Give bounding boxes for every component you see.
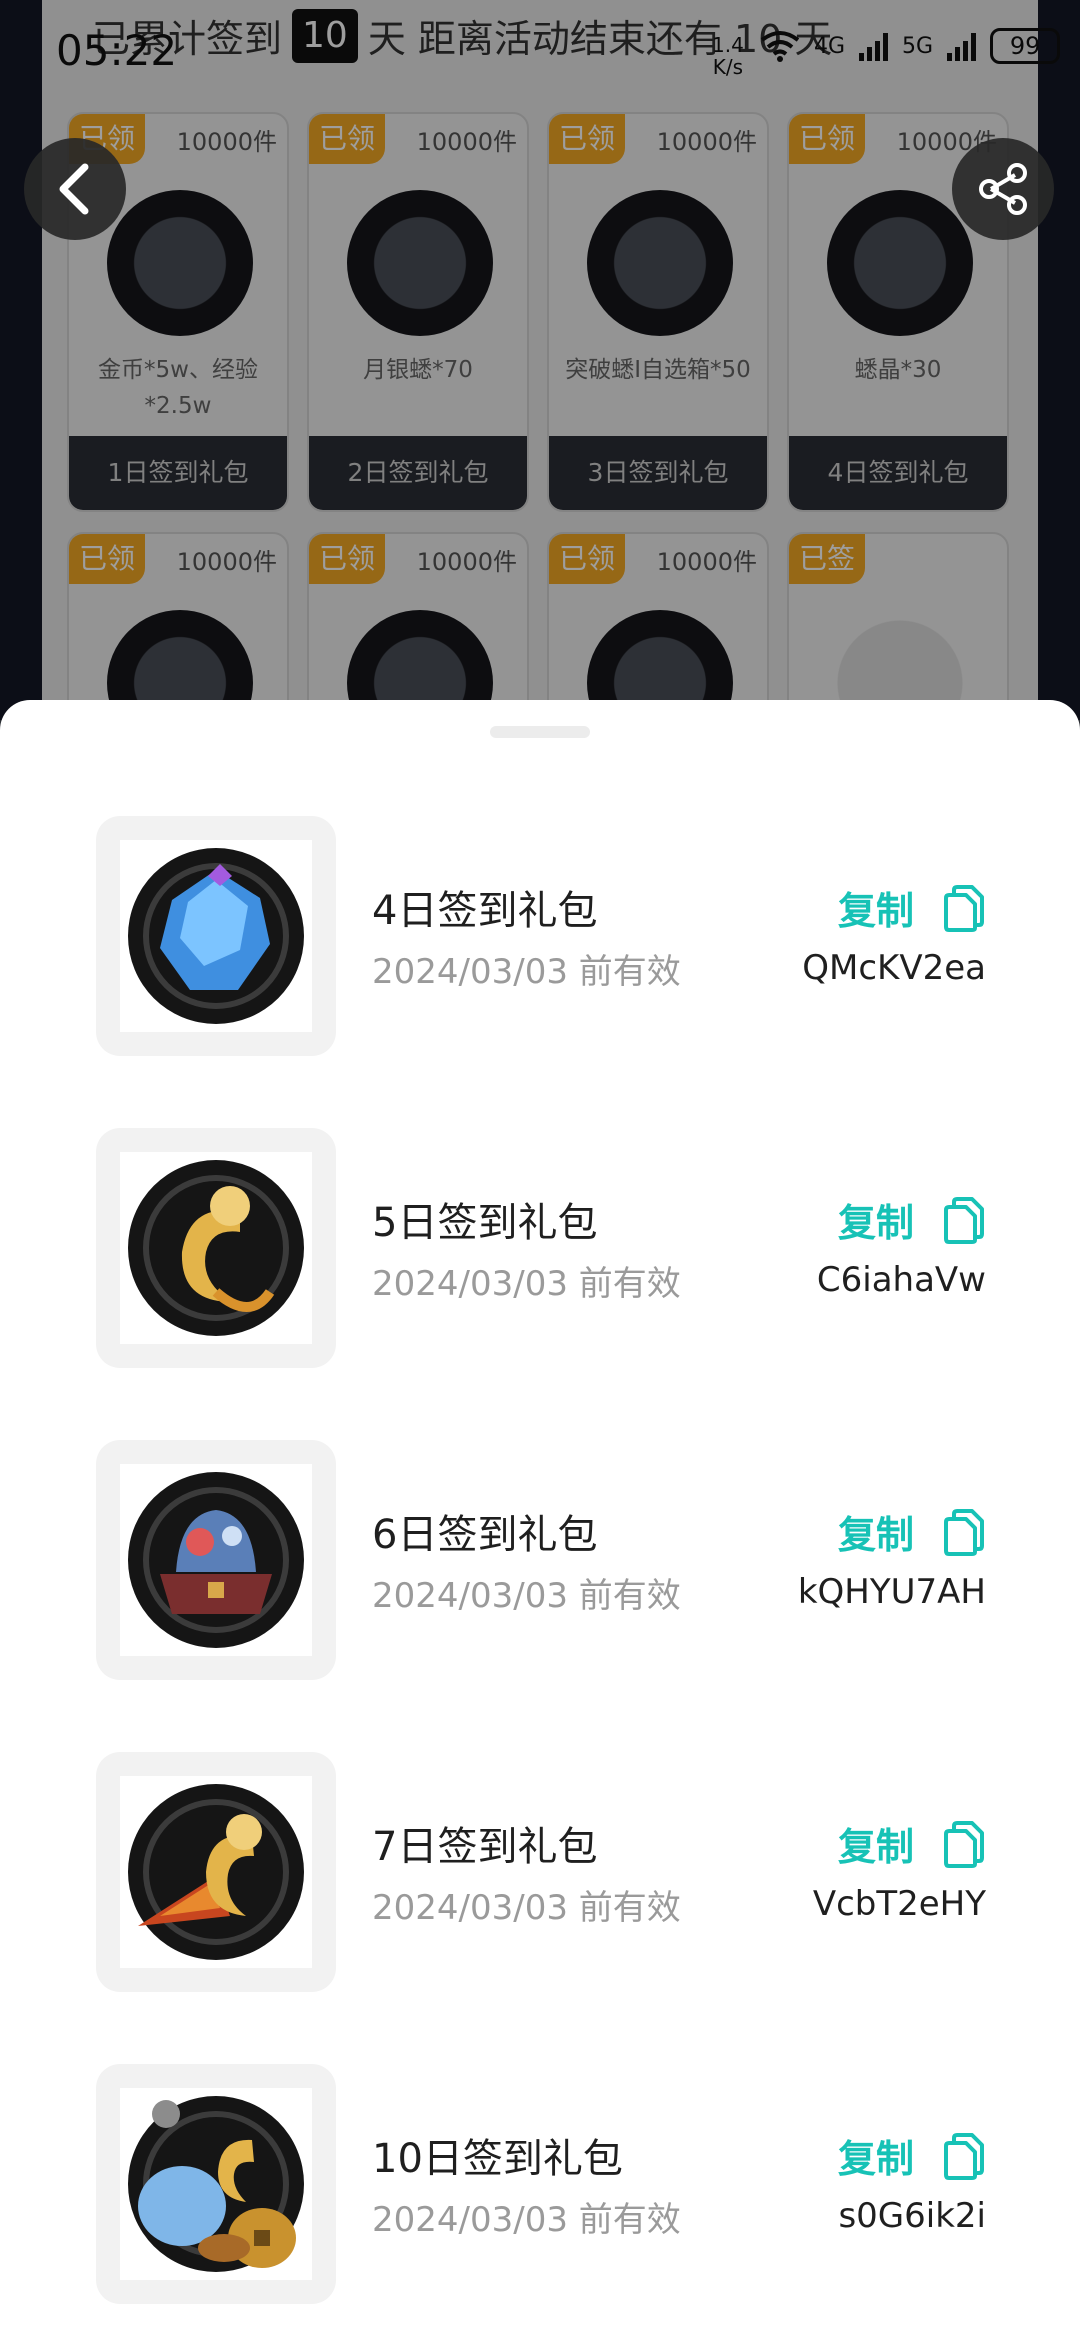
chevron-left-icon bbox=[59, 163, 89, 215]
gift-title: 6日签到礼包 bbox=[372, 1512, 598, 1558]
copy-button[interactable]: 复制 bbox=[838, 1192, 986, 1247]
gift-expiry: 2024/03/03 前有效 bbox=[372, 1888, 681, 1928]
gift-thumbnail bbox=[96, 2064, 336, 2304]
gift-code-sheet: 4日签到礼包 2024/03/03 前有效 复制 QMcKV2ea 5日签到礼包… bbox=[0, 700, 1080, 2340]
gift-title: 10日签到礼包 bbox=[372, 2136, 623, 2182]
share-icon bbox=[979, 163, 1027, 215]
gift-item-day4: 4日签到礼包 2024/03/03 前有效 复制 QMcKV2ea bbox=[96, 816, 986, 1056]
gift-code[interactable]: QMcKV2ea bbox=[802, 948, 986, 988]
gift-item-day7: 7日签到礼包 2024/03/03 前有效 复制 VcbT2eHY bbox=[96, 1752, 986, 1992]
gift-expiry: 2024/03/03 前有效 bbox=[372, 1576, 681, 1616]
gift-expiry: 2024/03/03 前有效 bbox=[372, 952, 681, 992]
gift-thumbnail bbox=[96, 1128, 336, 1368]
gourd-horn-icon bbox=[120, 1776, 312, 1968]
back-button[interactable] bbox=[24, 138, 126, 240]
gift-item-day10: 10日签到礼包 2024/03/03 前有效 复制 s0G6ik2i bbox=[96, 2064, 986, 2304]
gift-thumbnail bbox=[96, 816, 336, 1056]
gift-thumbnail bbox=[96, 1752, 336, 1992]
copy-icon bbox=[944, 884, 984, 932]
gift-expiry: 2024/03/03 前有效 bbox=[372, 1264, 681, 1304]
copy-icon bbox=[944, 2132, 984, 2180]
dim-overlay[interactable] bbox=[0, 0, 1080, 720]
copy-button[interactable]: 复制 bbox=[838, 1504, 986, 1559]
sheet-drag-handle[interactable] bbox=[490, 726, 590, 738]
gift-title: 7日签到礼包 bbox=[372, 1824, 598, 1870]
copy-icon bbox=[944, 1508, 984, 1556]
gift-code[interactable]: kQHYU7AH bbox=[798, 1572, 986, 1612]
gift-expiry: 2024/03/03 前有效 bbox=[372, 2200, 681, 2240]
coin-bundle-icon bbox=[120, 2088, 312, 2280]
blue-crystal-icon bbox=[120, 840, 312, 1032]
copy-label: 复制 bbox=[837, 1201, 914, 1245]
copy-label: 复制 bbox=[837, 1825, 914, 1869]
copy-label: 复制 bbox=[837, 2137, 914, 2181]
copy-icon bbox=[944, 1196, 984, 1244]
copy-label: 复制 bbox=[837, 1513, 914, 1557]
copy-label: 复制 bbox=[837, 889, 914, 933]
copy-icon bbox=[944, 1820, 984, 1868]
copy-button[interactable]: 复制 bbox=[838, 2128, 986, 2183]
gift-thumbnail bbox=[96, 1440, 336, 1680]
gift-title: 4日签到礼包 bbox=[372, 888, 598, 934]
gift-code[interactable]: C6iahaVw bbox=[817, 1260, 986, 1300]
gold-gourd-icon bbox=[120, 1152, 312, 1344]
gift-code[interactable]: VcbT2eHY bbox=[813, 1884, 986, 1924]
gift-code[interactable]: s0G6ik2i bbox=[838, 2196, 986, 2236]
copy-button[interactable]: 复制 bbox=[838, 880, 986, 935]
gift-title: 5日签到礼包 bbox=[372, 1200, 598, 1246]
treasure-chest-icon bbox=[120, 1464, 312, 1656]
gift-item-day5: 5日签到礼包 2024/03/03 前有效 复制 C6iahaVw bbox=[96, 1128, 986, 1368]
copy-button[interactable]: 复制 bbox=[838, 1816, 986, 1871]
share-button[interactable] bbox=[952, 138, 1054, 240]
gift-item-day6: 6日签到礼包 2024/03/03 前有效 复制 kQHYU7AH bbox=[96, 1440, 986, 1680]
